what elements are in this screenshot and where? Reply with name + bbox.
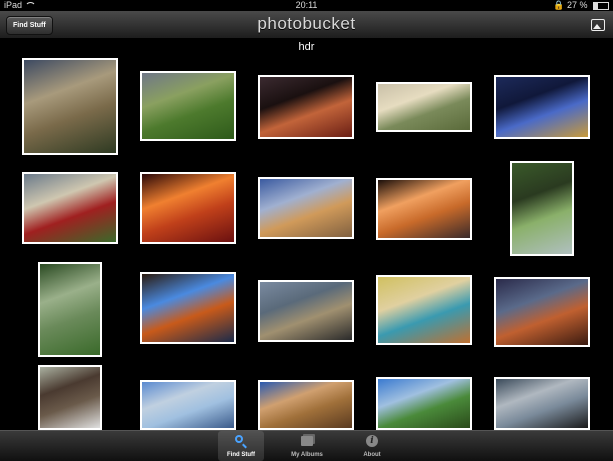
tab-label: My Albums [291,452,323,458]
photo-thumbnail[interactable] [494,75,590,139]
tab-label: About [363,452,381,458]
tab-about[interactable]: i About [349,431,395,461]
tab-label: Find Stuff [227,452,255,458]
photo-thumbnail[interactable] [376,377,472,430]
photo-thumbnail[interactable] [376,178,472,240]
photo-thumbnail[interactable] [38,262,102,357]
photo-thumbnail[interactable] [22,172,118,244]
tab-find-stuff[interactable]: Find Stuff [218,431,264,461]
photo-thumbnail[interactable] [258,75,354,139]
photo-thumbnail[interactable] [258,380,354,430]
tab-bar: Find Stuff My Albums i About [0,430,613,461]
photo-thumbnail[interactable] [140,71,236,141]
photo-thumbnail[interactable] [38,365,102,430]
photo-thumbnail[interactable] [140,272,236,344]
photo-thumbnail[interactable] [376,82,472,132]
tab-my-albums[interactable]: My Albums [284,431,330,461]
photo-thumbnail[interactable] [376,275,472,345]
photo-thumbnail[interactable] [510,161,574,256]
photo-thumbnail[interactable] [140,172,236,244]
photo-thumbnail[interactable] [140,380,236,430]
magnifier-icon [234,434,248,449]
photo-thumbnail[interactable] [258,177,354,239]
photo-thumbnail[interactable] [494,377,590,430]
albums-icon [300,434,315,448]
photo-thumbnail[interactable] [22,58,118,155]
photo-thumbnail[interactable] [494,277,590,347]
photo-thumbnail[interactable] [258,280,354,342]
photo-grid [0,0,613,430]
info-icon: i [365,434,379,448]
